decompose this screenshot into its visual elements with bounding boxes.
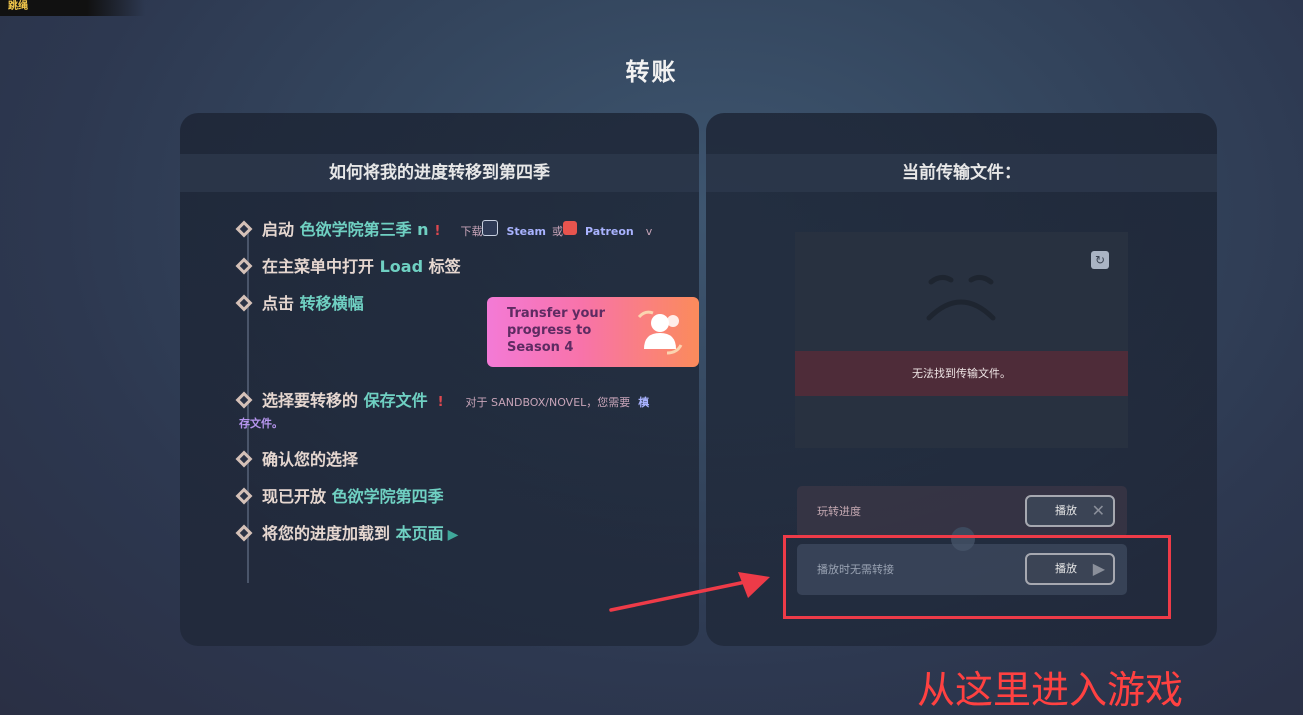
diamond-icon: [235, 487, 253, 504]
transfer-file-header: 当前传输文件：: [706, 154, 1217, 192]
sandbox-note-continued: 存文件。: [239, 417, 283, 430]
diamond-icon: [235, 524, 253, 541]
load-tab-label: Load: [379, 257, 424, 276]
refresh-icon[interactable]: ↻: [1091, 251, 1109, 269]
instructions-panel: 如何将我的进度转移到第四季 启动 色欲学院第三季 n! 下载 Steam 或 Patre…: [180, 113, 699, 646]
sandbox-note: 对于 SANDBOX/NOVEL，您需要: [465, 396, 631, 409]
corner-tag: 跳绳: [0, 0, 145, 16]
step-text: 确认您的选择: [262, 450, 359, 469]
annotation-arrow-icon: [609, 572, 770, 612]
step-text: 将您的进度加载到: [262, 524, 396, 543]
transfer-banner[interactable]: Transfer your progress to Season 4: [487, 297, 699, 367]
option-label: 玩转进度: [817, 505, 861, 518]
transfer-users-icon: [637, 310, 683, 355]
diamond-icon: [235, 450, 253, 467]
season4-name: 色欲学院第四季: [331, 487, 444, 506]
annotation-caption: 从这里进入游戏: [917, 668, 1184, 712]
diamond-icon: [235, 391, 253, 408]
transfer-banner-label: 转移横幅: [299, 294, 364, 313]
exclamation: !: [434, 224, 441, 239]
step-text: 启动: [262, 220, 300, 239]
banner-text: Transfer your progress to Season 4: [507, 305, 637, 356]
page-title: 转账: [625, 58, 678, 86]
step-load-progress: 将您的进度加载到 本页面 ▶: [235, 520, 459, 544]
patreon-link[interactable]: Patreon: [585, 225, 634, 238]
sad-face-icon: [926, 274, 996, 321]
diamond-icon: [235, 220, 253, 237]
game-name-link: 色欲学院第三季 n: [299, 220, 429, 239]
step-launch: 启动 色欲学院第三季 n! 下载 Steam 或 Patreon v: [235, 216, 653, 240]
transfer-file-preview: ↻ 无法找到传输文件。: [795, 232, 1128, 448]
step-select-save: 选择要转移的 保存文件! 对于 SANDBOX/NOVEL，您需要槙: [235, 387, 650, 411]
banner-line: progress to: [507, 323, 592, 338]
step-click-banner: 点击 转移横幅: [235, 290, 364, 314]
step-text: 选择要转移的: [262, 391, 364, 410]
this-page-label: 本页面: [395, 524, 444, 543]
step-text: 点击: [262, 294, 300, 313]
step-text: 现已开放: [262, 487, 332, 506]
step-confirm: 确认您的选择: [235, 446, 359, 470]
step-now-open: 现已开放 色欲学院第四季: [235, 483, 444, 507]
or-text: 或: [552, 225, 564, 238]
steam-icon[interactable]: [482, 219, 499, 236]
button-label: 播放: [1055, 504, 1077, 517]
steam-link[interactable]: Steam: [506, 225, 546, 238]
annotation-highlight-box: [783, 535, 1171, 619]
step-text: 在主菜单中打开: [262, 257, 380, 276]
diamond-icon: [235, 257, 253, 274]
save-file-label: 保存文件: [363, 391, 428, 410]
play-transfer-button[interactable]: 播放 ✕: [1025, 495, 1115, 527]
step-text-suffix: 标签: [423, 257, 461, 276]
instructions-header: 如何将我的进度转移到第四季: [180, 154, 699, 192]
error-message: 无法找到传输文件。: [795, 351, 1128, 396]
exclamation: !: [437, 395, 444, 410]
download-note: 下载: [460, 225, 483, 238]
banner-line: Transfer your: [507, 306, 606, 321]
close-icon: ✕: [1091, 501, 1105, 520]
diamond-icon: [235, 294, 253, 311]
play-arrow-icon: ▶: [447, 527, 459, 543]
truncated-text: v: [645, 225, 653, 238]
banner-line: Season 4: [507, 340, 574, 355]
truncated-text: 槙: [638, 396, 650, 409]
step-open-load: 在主菜单中打开 Load 标签: [235, 253, 461, 277]
patreon-icon[interactable]: [563, 220, 578, 235]
